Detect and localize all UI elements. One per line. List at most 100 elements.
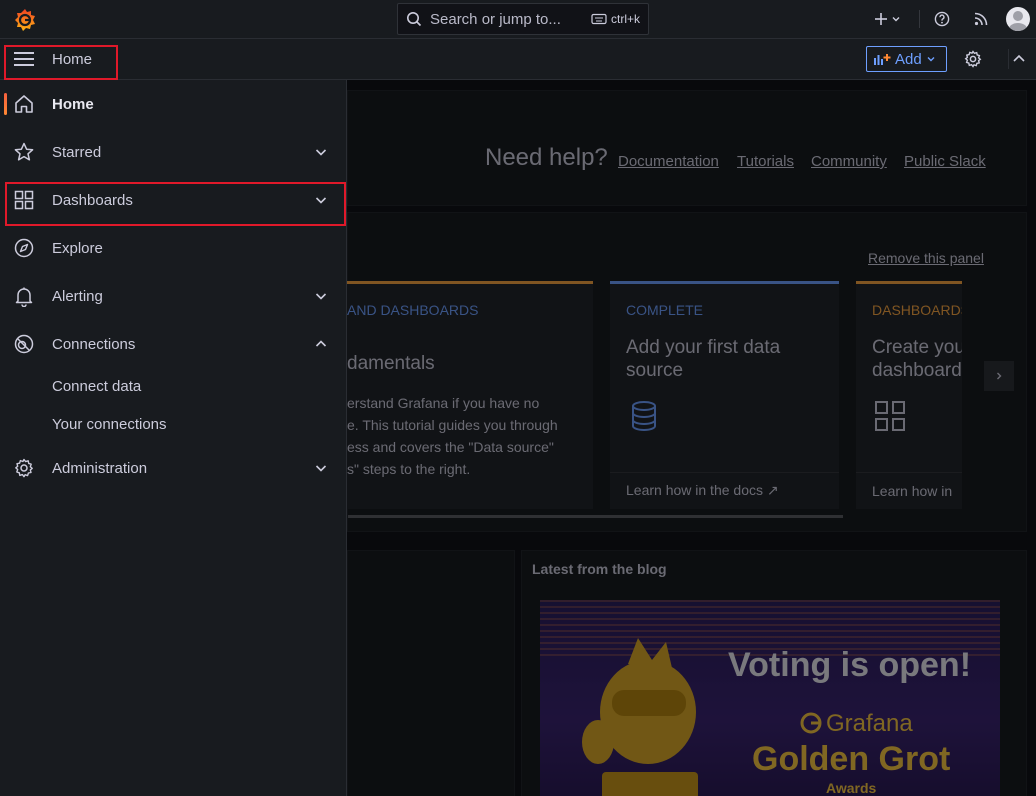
card-title-line: source — [626, 360, 684, 381]
external-link-icon: ↗ — [766, 482, 779, 498]
sidebar-item-home[interactable]: Home — [0, 84, 347, 124]
sidebar-item-label: Alerting — [52, 287, 103, 305]
card-footer-label: Learn how in the docs — [626, 482, 763, 498]
card-title: Create you dashboard — [872, 336, 962, 382]
card-category: COMPLETE — [626, 302, 704, 318]
add-panel-icon — [874, 54, 891, 65]
card-category: DASHBOARDS — [872, 302, 962, 318]
sidebar-menu: Home Starred Dashboards Explore Alerting… — [0, 80, 347, 796]
chevron-up-icon — [1013, 54, 1025, 62]
grafana-logo-icon[interactable] — [12, 7, 38, 33]
add-button[interactable]: Add — [866, 46, 947, 72]
sidebar-item-starred[interactable]: Starred — [0, 132, 347, 172]
sidebar-item-label: Home — [52, 95, 94, 113]
highlight-box-dashboards — [5, 182, 346, 226]
card-title-line: Create you — [872, 337, 962, 358]
highlight-box-home — [4, 45, 118, 80]
help-button[interactable] — [931, 8, 953, 30]
user-avatar[interactable] — [1006, 7, 1030, 31]
card-text-line: s" steps to the right. — [347, 461, 471, 477]
help-panel: Need help? Documentation Tutorials Commu… — [347, 90, 1027, 206]
card-divider — [856, 472, 962, 473]
getting-started-panel: Remove this panel AND DASHBOARDS damenta… — [347, 212, 1027, 532]
main-content: Need help? Documentation Tutorials Commu… — [347, 80, 1036, 796]
news-button[interactable] — [970, 8, 992, 30]
card-text-line: e. This tutorial guides you through — [347, 417, 558, 433]
tutorial-card[interactable]: AND DASHBOARDS damentals erstand Grafana… — [347, 281, 593, 509]
card-title-line: Add your first data — [626, 337, 781, 358]
apps-icon — [875, 401, 905, 431]
home-icon — [15, 95, 33, 113]
remove-panel-link[interactable]: Remove this panel — [868, 250, 984, 266]
sidebar-item-label: Explore — [52, 239, 103, 257]
dashboard-card[interactable]: DASHBOARDS Create you dashboard Learn ho… — [856, 281, 962, 509]
card-title-line: dashboard — [872, 360, 962, 381]
add-button-label: Add — [895, 50, 922, 68]
cog-icon — [15, 458, 33, 478]
banner-brand: Grafana — [826, 710, 913, 737]
card-title: damentals — [347, 353, 435, 374]
banner-headline: Voting is open! — [728, 646, 972, 684]
card-text-line: erstand Grafana if you have no — [347, 395, 540, 411]
sidebar-item-label: Connections — [52, 335, 136, 353]
tutorials-link[interactable]: Tutorials — [737, 153, 794, 170]
sidebar-item-alerting[interactable]: Alerting — [0, 276, 347, 316]
next-card-button[interactable] — [984, 361, 1014, 391]
empty-panel — [347, 550, 515, 796]
need-help-heading: Need help? — [485, 144, 608, 171]
chevron-up-icon[interactable] — [313, 336, 329, 352]
chevron-down-icon — [927, 57, 935, 62]
community-link[interactable]: Community — [811, 153, 887, 170]
sidebar-subitem-your-connections[interactable]: Your connections — [52, 416, 167, 433]
connections-icon — [14, 334, 34, 354]
chevron-down-icon[interactable] — [313, 144, 329, 160]
new-menu-button[interactable] — [870, 8, 904, 30]
sidebar-item-administration[interactable]: Administration — [0, 448, 347, 488]
help-icon — [934, 11, 950, 27]
banner-award-sub: Awards — [826, 780, 877, 796]
shortcut-label: ctrl+k — [610, 12, 640, 26]
compass-icon — [14, 238, 34, 258]
chevron-down-icon[interactable] — [313, 288, 329, 304]
search-shortcut: ctrl+k — [591, 12, 640, 26]
public-slack-link[interactable]: Public Slack — [904, 153, 986, 170]
card-text-line: ess and covers the "Data source" — [347, 439, 554, 455]
sidebar-item-connections[interactable]: Connections — [0, 324, 347, 364]
rss-icon — [974, 12, 988, 26]
grafana-logo-icon — [800, 712, 822, 734]
keyboard-icon — [591, 13, 607, 25]
grot-mascot-icon — [582, 638, 698, 796]
card-footer-link[interactable]: Learn how in — [872, 483, 952, 499]
top-bar: Search or jump to... ctrl+k — [0, 0, 1036, 39]
blog-banner-image[interactable]: Voting is open! Grafana Golden Grot Awar… — [540, 600, 1000, 796]
star-icon — [14, 142, 34, 161]
user-icon — [1009, 11, 1027, 31]
sidebar-item-label: Starred — [52, 143, 102, 161]
progress-scrollbar[interactable] — [348, 515, 843, 518]
database-icon — [632, 401, 656, 431]
search-icon — [407, 12, 422, 27]
card-divider — [610, 472, 839, 473]
breadcrumb-bar: Home Add — [0, 39, 1036, 80]
settings-gear-icon[interactable] — [963, 49, 983, 69]
sidebar-item-label: Administration — [52, 459, 148, 477]
chevron-down-icon — [892, 17, 899, 22]
documentation-link[interactable]: Documentation — [618, 153, 719, 170]
card-title: Add your first data source — [626, 336, 780, 382]
sidebar-item-explore[interactable]: Explore — [0, 228, 347, 268]
card-text: erstand Grafana if you have no e. This t… — [347, 392, 558, 480]
blog-title: Latest from the blog — [532, 561, 667, 577]
card-category: AND DASHBOARDS — [347, 302, 479, 318]
sidebar-subitem-connect-data[interactable]: Connect data — [52, 378, 141, 395]
chevron-right-icon — [997, 372, 1002, 380]
divider — [919, 10, 920, 28]
chevron-down-icon[interactable] — [313, 460, 329, 476]
search-placeholder: Search or jump to... — [430, 10, 561, 28]
collapse-button[interactable] — [1008, 49, 1028, 69]
data-source-card[interactable]: COMPLETE Add your first data source Lear… — [610, 281, 839, 509]
card-footer-link[interactable]: Learn how in the docs ↗ — [626, 482, 779, 499]
bell-icon — [15, 287, 33, 307]
plus-icon — [874, 13, 887, 25]
search-input[interactable]: Search or jump to... ctrl+k — [397, 3, 649, 35]
active-indicator — [4, 93, 7, 115]
